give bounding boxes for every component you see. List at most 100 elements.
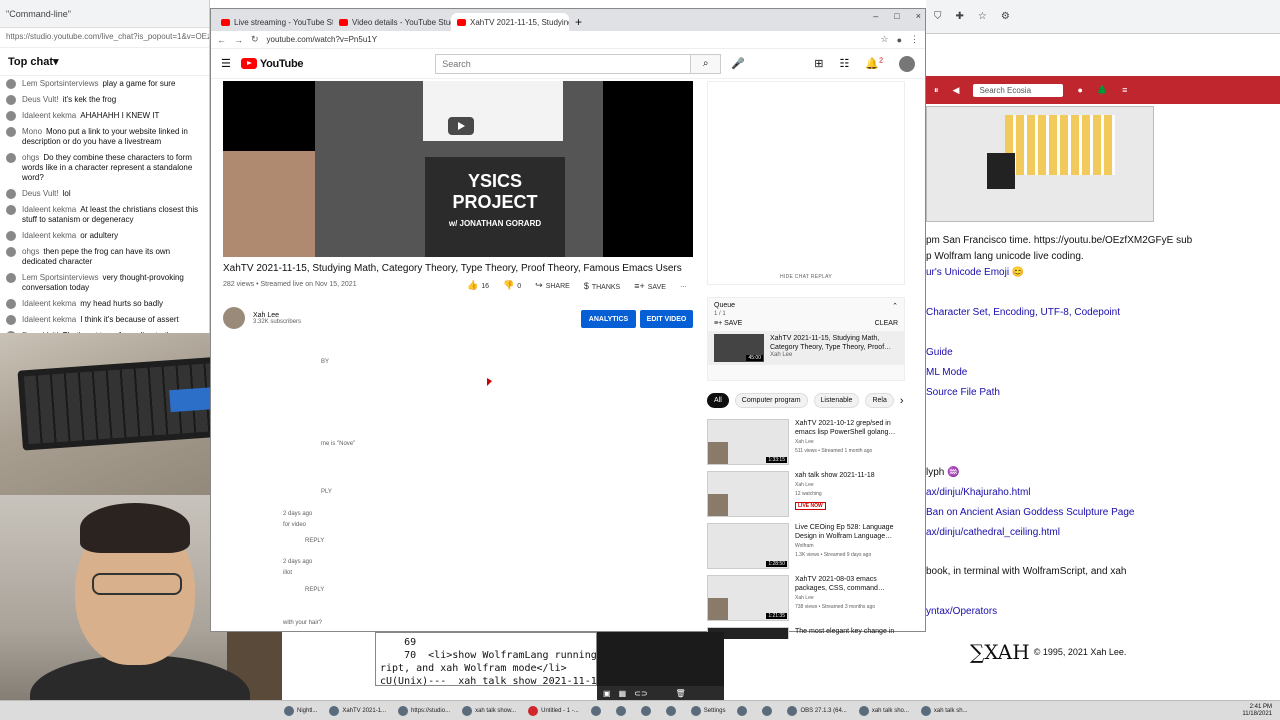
related-video[interactable]: xah talk show 2021-11-18 Xah Lee 12 watchi…: [707, 471, 907, 522]
dislike-button[interactable]: 👎 0: [503, 280, 521, 291]
taskbar-item[interactable]: OBS 27.1.3 (64...: [783, 702, 850, 720]
edit-video-button[interactable]: EDIT VIDEO: [640, 310, 693, 328]
top-chat-header[interactable]: Top chat ▾: [0, 48, 209, 76]
tab-video-details[interactable]: Video details - YouTube Studio×: [333, 13, 451, 31]
chip-listenable[interactable]: Listenable: [813, 393, 860, 408]
maximize-icon[interactable]: □: [894, 11, 899, 21]
create-video-icon[interactable]: ⊞: [814, 57, 823, 70]
page-link[interactable]: Ban on Ancient Asian Goddess Sculpture P…: [926, 507, 1134, 518]
queue-item[interactable]: 45:00 XahTV 2021-11-15, Studying Math, C…: [708, 331, 904, 365]
shield-icon[interactable]: ⛉: [934, 11, 942, 22]
thanks-button[interactable]: $ THANKS: [584, 281, 620, 291]
system-clock[interactable]: 2:41 PM 11/18/2021: [1242, 704, 1280, 718]
close-icon[interactable]: ×: [916, 11, 921, 21]
video-player[interactable]: YSICS PROJECT w/ JONATHAN GORARD: [223, 81, 693, 257]
taskbar-item[interactable]: Untitled - 1 -...: [524, 702, 583, 720]
related-video[interactable]: The most elegant key change in: [707, 627, 907, 639]
taskbar-item[interactable]: [637, 702, 658, 720]
chat-window-titlebar[interactable]: "Command-line": [0, 0, 209, 28]
hide-chat-replay-button[interactable]: HIDE CHAT REPLAY: [708, 274, 904, 280]
profile-icon[interactable]: ●: [897, 35, 902, 45]
chip-related[interactable]: Rela: [865, 393, 894, 408]
more-actions-button[interactable]: …: [680, 282, 687, 289]
page-link[interactable]: ax/dinju/Khajuraho.html: [926, 487, 1031, 498]
new-tab-icon[interactable]: +: [575, 15, 582, 29]
chat-window-url[interactable]: https://studio.youtube.com/live_chat?is_…: [0, 28, 209, 48]
notifications-icon[interactable]: 🔔2: [865, 57, 883, 70]
link-icon[interactable]: ⊂⊃: [634, 689, 647, 698]
chip-all[interactable]: All: [707, 393, 729, 408]
chat-author: Idaleent kekma: [22, 231, 77, 240]
window-icon[interactable]: ▣: [603, 689, 611, 698]
taskbar-item[interactable]: [733, 702, 754, 720]
pause-icon[interactable]: ⏸: [934, 85, 939, 96]
chat-message: Idaleent kekma I think it's because of as…: [0, 312, 209, 328]
search-icon[interactable]: ⌕: [690, 54, 721, 73]
extensions-icon[interactable]: ☆: [880, 34, 888, 45]
page-link[interactable]: Guide: [926, 347, 953, 358]
reply-button[interactable]: REPLY: [305, 587, 324, 593]
reply-button[interactable]: REPLY: [305, 538, 324, 544]
taskbar-item[interactable]: xah talk show...: [458, 702, 520, 720]
related-video[interactable]: 1:21:35 XahTV 2021-08-03 emacs packages,…: [707, 575, 907, 626]
queue-save-button[interactable]: ≡+ SAVE: [714, 320, 742, 327]
collapse-queue-icon[interactable]: ⌃: [892, 302, 898, 310]
taskbar-item[interactable]: xah talk sho...: [855, 702, 913, 720]
trash-icon[interactable]: 🗑: [676, 689, 686, 698]
taskbar-item[interactable]: [758, 702, 779, 720]
search-input[interactable]: [436, 54, 691, 73]
back-icon[interactable]: ←: [217, 35, 226, 45]
taskbar-item[interactable]: xah talk sh...: [917, 702, 972, 720]
taskbar-item[interactable]: [612, 702, 633, 720]
back-icon[interactable]: ◀: [953, 85, 960, 96]
extension-icon[interactable]: ✚: [956, 11, 964, 22]
emacs-terminal[interactable]: 69 70 <li>show WolframLang running in rip…: [375, 632, 597, 686]
menu-icon[interactable]: ⋮: [910, 34, 919, 45]
apps-icon[interactable]: ☷: [840, 57, 850, 70]
related-video[interactable]: 1:28:50 Live CEOing Ep 528: Language Des…: [707, 523, 907, 574]
taskbar-item[interactable]: https://studio...: [394, 702, 454, 720]
url-field[interactable]: youtube.com/watch?v=Pn5u1Y: [267, 35, 873, 44]
channel-avatar[interactable]: [223, 307, 245, 329]
like-count: 16: [481, 283, 490, 290]
queue-clear-button[interactable]: CLEAR: [875, 320, 898, 327]
minimize-icon[interactable]: –: [873, 11, 878, 21]
avatar[interactable]: ●: [1077, 85, 1082, 95]
tab-xahtv-video[interactable]: XahTV 2021-11-15, Studying Ma×: [451, 13, 569, 31]
hamburger-menu-icon[interactable]: ☰: [221, 57, 231, 70]
taskbar-item[interactable]: [662, 702, 683, 720]
page-link[interactable]: ur's Unicode Emoji 😊: [926, 267, 1024, 278]
page-link[interactable]: Character Set, Encoding, UTF-8, Codepoin…: [926, 307, 1120, 318]
analytics-button[interactable]: ANALYTICS: [581, 310, 636, 328]
youtube-logo[interactable]: YouTube: [240, 58, 304, 70]
share-button[interactable]: ↪ SHARE: [535, 280, 570, 291]
reload-icon[interactable]: ↻: [251, 34, 259, 45]
page-link[interactable]: ax/dinju/cathedral_ceiling.html: [926, 527, 1060, 538]
page-link[interactable]: Source File Path: [926, 387, 1000, 398]
taskbar-item[interactable]: XahTV 2021-1...: [325, 702, 390, 720]
background-browser-window: ⛉ ✚ ☆ ⚙ ⏸ ◀ Search Ecosia ● 🌲 ≡: [926, 0, 1280, 700]
settings-icon[interactable]: ⚙: [1001, 11, 1010, 22]
microphone-icon[interactable]: 🎤: [731, 57, 745, 70]
page-link[interactable]: yntax/Operators: [926, 606, 997, 617]
related-title: XahTV 2021-08-03 emacs packages, CSS, co…: [795, 576, 885, 592]
save-button[interactable]: ≡+ SAVE: [634, 281, 666, 291]
play-icon[interactable]: [448, 117, 474, 135]
taskbar-item[interactable]: Nightl...: [280, 702, 321, 720]
like-button[interactable]: 👍 16: [467, 280, 489, 291]
taskbar-item[interactable]: [587, 702, 608, 720]
chip-computer-program[interactable]: Computer program: [734, 393, 808, 408]
tab-live-streaming[interactable]: Live streaming - YouTube Studio×: [215, 13, 333, 31]
channel-name[interactable]: Xah Lee: [253, 312, 301, 319]
page-link[interactable]: ML Mode: [926, 367, 967, 378]
ecosia-search[interactable]: Search Ecosia: [973, 83, 1064, 97]
forward-icon[interactable]: →: [234, 35, 243, 45]
related-video[interactable]: 1:33:15 XahTV 2021-10-12 grep/sed in ema…: [707, 419, 907, 470]
account-avatar[interactable]: [899, 55, 915, 72]
taskbar-item[interactable]: Settings: [687, 702, 730, 720]
grid-icon[interactable]: ▦: [619, 689, 627, 698]
star-icon[interactable]: ☆: [978, 11, 987, 22]
chevron-right-icon[interactable]: ›: [900, 395, 904, 407]
tree-icon[interactable]: 🌲: [1097, 85, 1108, 96]
menu-icon[interactable]: ≡: [1122, 85, 1127, 95]
